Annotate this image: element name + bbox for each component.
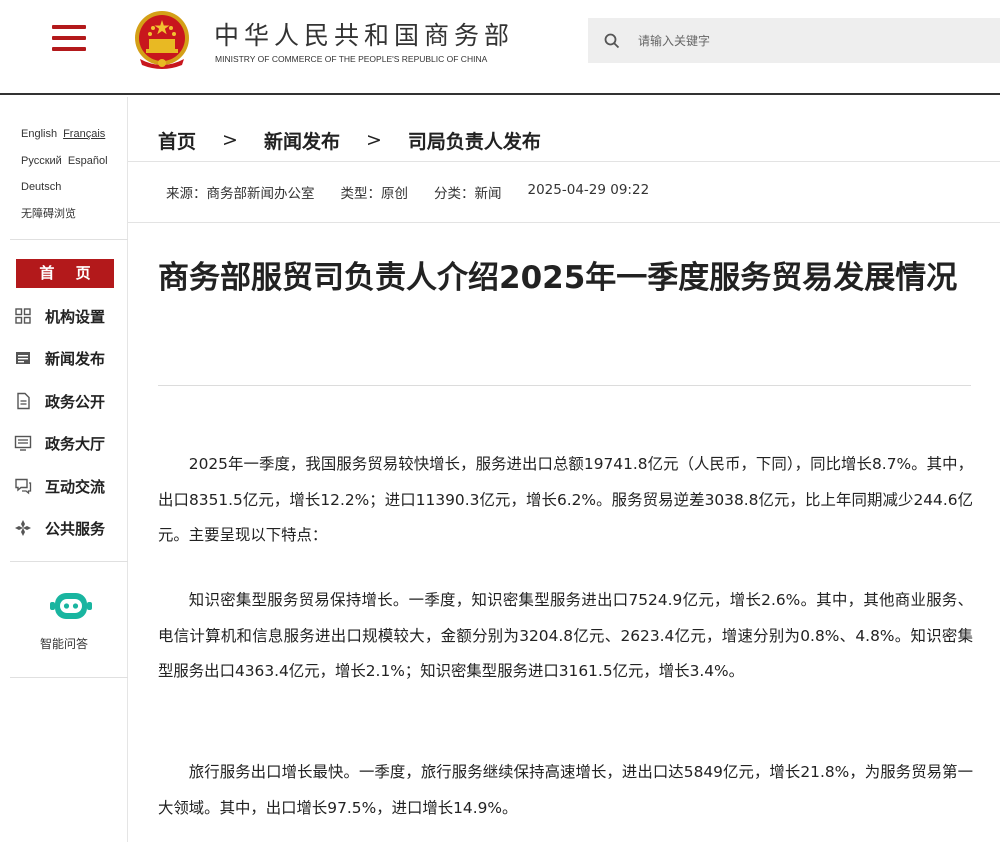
lang-russian[interactable]: Русский <box>21 155 62 167</box>
site-title: 中华人民共和国商务部 <box>214 21 515 50</box>
home-button[interactable]: 首 页 <box>16 259 114 288</box>
meta-datetime: 2025-04-29 09:22 <box>527 182 650 198</box>
sidebar-divider <box>10 561 128 562</box>
news-icon <box>16 352 30 364</box>
article-paragraph: 旅行服务出口增长最快。一季度，旅行服务继续保持高速增长，进出口达5849亿元，增… <box>158 763 973 817</box>
sidebar-item-label: 互动交流 <box>45 477 106 496</box>
breadcrumb-home[interactable]: 首页 <box>158 127 196 154</box>
breadcrumb-separator: > <box>222 129 238 151</box>
sidebar-item-public-service[interactable]: 公共服务 <box>14 516 124 540</box>
lang-german[interactable]: Deutsch <box>21 181 61 193</box>
sidebar-item-label: 新闻发布 <box>45 349 106 368</box>
sidebar-item-public-affairs[interactable]: 政务公开 <box>14 389 124 413</box>
sidebar-item-news[interactable]: 新闻发布 <box>14 346 124 370</box>
service-icon <box>15 520 31 536</box>
grid-icon <box>15 308 31 324</box>
sidebar-item-label: 公共服务 <box>45 519 106 538</box>
site-subtitle: MINISTRY OF COMMERCE OF THE PEOPLE'S REP… <box>215 54 488 64</box>
breadcrumb-department-release[interactable]: 司局负责人发布 <box>408 127 541 154</box>
hamburger-menu-icon[interactable] <box>52 25 86 55</box>
chat-icon <box>15 478 32 495</box>
meta-source: 来源：商务部新闻办公室 <box>166 186 315 202</box>
lang-french[interactable]: Français <box>63 128 105 140</box>
meta-type: 类型：原创 <box>340 186 409 202</box>
breadcrumb-separator: > <box>365 129 382 151</box>
search-bar <box>588 18 1000 63</box>
search-input[interactable] <box>638 33 968 48</box>
assistant-label[interactable]: 智能问答 <box>40 635 88 652</box>
hall-icon <box>14 435 32 451</box>
sidebar-divider <box>10 239 128 240</box>
search-icon[interactable] <box>604 33 620 49</box>
accessibility-link[interactable]: 无障碍浏览 <box>21 208 76 220</box>
sidebar-divider <box>10 677 128 678</box>
national-emblem-icon[interactable] <box>132 9 192 71</box>
sidebar-item-label: 政务大厅 <box>45 434 106 453</box>
language-links: English Français Русский Español Deutsch 无… <box>21 121 114 227</box>
title-divider <box>158 385 971 386</box>
sidebar-item-label: 机构设置 <box>45 307 106 326</box>
article-paragraph: 2025年一季度，我国服务贸易较快增长，服务进出口总额19741.8亿元（人民币… <box>158 455 973 544</box>
article-paragraph: 知识密集型服务贸易保持增长。一季度，知识密集型服务进出口7524.9亿元，增长2… <box>158 591 973 680</box>
robot-assistant-icon[interactable] <box>49 589 93 623</box>
breadcrumb-news[interactable]: 新闻发布 <box>264 127 340 154</box>
document-icon <box>17 392 30 410</box>
sidebar: English Français Русский Español Deutsch 无… <box>0 97 128 842</box>
sidebar-item-service-hall[interactable]: 政务大厅 <box>14 431 124 455</box>
lang-spanish[interactable]: Español <box>68 155 108 167</box>
sidebar-item-interaction[interactable]: 互动交流 <box>14 474 124 498</box>
breadcrumb-divider <box>128 161 1000 162</box>
article-meta: 来源：商务部新闻办公室 类型：原创 分类：新闻 2025-04-29 09:22 <box>166 182 655 202</box>
meta-divider <box>128 222 1000 223</box>
meta-category: 分类：新闻 <box>434 186 502 202</box>
lang-english[interactable]: English <box>21 128 57 140</box>
article-title: 商务部服贸司负责人介绍2025年一季度服务贸易发展情况 <box>158 260 958 296</box>
sidebar-item-organization[interactable]: 机构设置 <box>14 304 124 328</box>
sidebar-item-label: 政务公开 <box>45 392 106 411</box>
site-header: 中华人民共和国商务部 MINISTRY OF COMMERCE OF THE P… <box>0 0 1000 95</box>
breadcrumb: 首页 > 新闻发布 > 司局负责人发布 <box>158 125 541 155</box>
